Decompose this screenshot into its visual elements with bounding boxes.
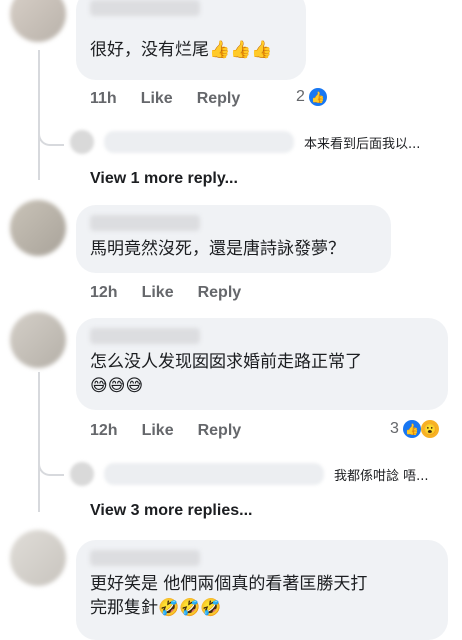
view-more-replies[interactable]: View 3 more replies... [90, 502, 252, 520]
commenter-avatar[interactable] [10, 0, 66, 42]
reaction-count: 2 [296, 88, 305, 105]
reply-preview[interactable]: 本来看到后面我以... [70, 130, 420, 154]
comment-actions: 11h Like Reply [90, 90, 240, 108]
like-button[interactable]: Like [142, 284, 174, 302]
comment-bubble: 馬明竟然沒死，還是唐詩詠發夢？ [76, 205, 391, 273]
reply-author-blurred[interactable] [104, 463, 324, 485]
timestamp[interactable]: 12h [90, 422, 118, 440]
reply-avatar[interactable] [70, 130, 94, 154]
comment-text-line-2: 完那隻針🤣🤣🤣 [90, 598, 222, 618]
thread-connector [38, 458, 64, 476]
reply-button[interactable]: Reply [198, 422, 242, 440]
thumbs-up-emoji: 👍👍👍 [209, 40, 273, 60]
comment-text: 很好，没有烂尾👍👍👍 [90, 40, 273, 60]
reply-avatar[interactable] [70, 462, 94, 486]
commenter-name-blurred[interactable] [90, 215, 200, 231]
timestamp[interactable]: 12h [90, 284, 118, 302]
thread-connector [38, 128, 64, 146]
comment-bubble: 怎么没人发现囡囡求婚前走路正常了 😅😅😅 [76, 318, 448, 410]
like-button[interactable]: Like [142, 422, 174, 440]
sweat-smile-emoji: 😅😅😅 [90, 376, 144, 396]
reply-preview-text: 我都係咁諗 唔... [334, 468, 429, 484]
like-icon: 👍 [402, 420, 421, 438]
thread-line [38, 50, 40, 180]
comment-text: 馬明竟然沒死，還是唐詩詠發夢？ [90, 239, 345, 259]
reply-button[interactable]: Reply [197, 90, 241, 108]
timestamp[interactable]: 11h [90, 90, 117, 108]
comment-bubble: 更好笑是 他們兩個真的看著匡勝天打 完那隻針🤣🤣🤣 [76, 540, 448, 640]
like-icon: 👍 [308, 88, 327, 106]
reaction-summary[interactable]: 3 👍 😮 [390, 420, 439, 438]
commenter-name-blurred[interactable] [90, 0, 200, 16]
reaction-count: 3 [390, 420, 399, 437]
comment-actions: 12h Like Reply [90, 422, 241, 440]
reply-preview-text: 本来看到后面我以... [304, 136, 421, 152]
rofl-emoji: 🤣🤣🤣 [158, 598, 222, 618]
thread-line [38, 372, 40, 512]
reaction-summary[interactable]: 2 👍 [296, 88, 327, 106]
reply-author-blurred[interactable] [104, 131, 294, 153]
commenter-avatar[interactable] [10, 530, 66, 586]
reply-preview[interactable]: 我都係咁諗 唔... [70, 462, 429, 486]
commenter-name-blurred[interactable] [90, 328, 200, 344]
comment-bubble: 很好，没有烂尾👍👍👍 [76, 0, 306, 80]
commenter-name-blurred[interactable] [90, 550, 200, 566]
reply-button[interactable]: Reply [198, 284, 242, 302]
like-button[interactable]: Like [141, 90, 173, 108]
commenter-avatar[interactable] [10, 312, 66, 368]
view-more-replies[interactable]: View 1 more reply... [90, 170, 238, 188]
commenter-avatar[interactable] [10, 200, 66, 256]
comment-text-line-1: 更好笑是 他們兩個真的看著匡勝天打 [90, 574, 368, 594]
comment-text: 怎么没人发现囡囡求婚前走路正常了 [90, 352, 362, 372]
comment-actions: 12h Like Reply [90, 284, 241, 302]
wow-icon: 😮 [420, 420, 439, 438]
